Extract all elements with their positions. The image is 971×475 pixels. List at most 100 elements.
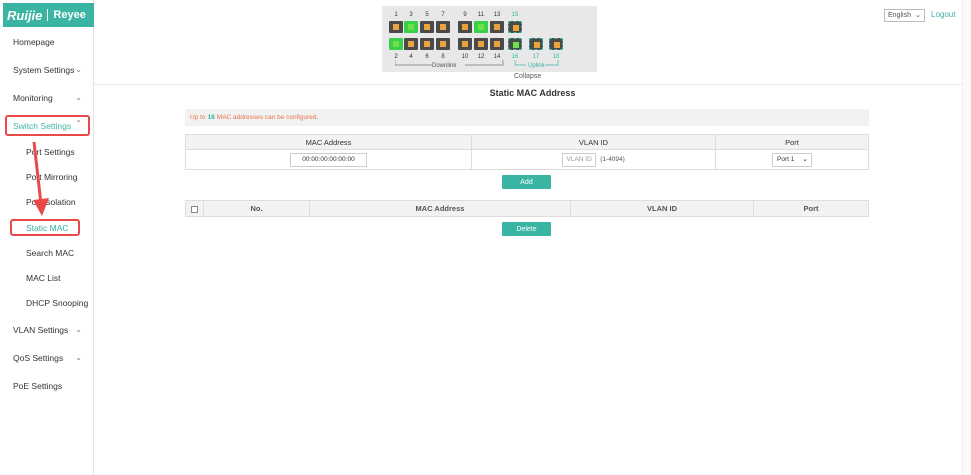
- sidebar-item-search-mac[interactable]: Search MAC: [0, 240, 94, 266]
- sidebar-item-label: MAC List: [26, 273, 61, 283]
- port-number-label: 11: [477, 12, 485, 18]
- port-4[interactable]: [404, 38, 418, 50]
- form-col-port: Port: [715, 134, 869, 150]
- sidebar-item-label: Homepage: [13, 37, 55, 47]
- port-led: [513, 42, 519, 48]
- list-col-mac: MAC Address: [309, 200, 571, 217]
- port-cell: Port 1 ⌄: [715, 149, 869, 170]
- sidebar-item-dhcp-snooping[interactable]: DHCP Snooping: [0, 290, 94, 316]
- sidebar-item-system-settings[interactable]: System Settings ⌄: [0, 57, 94, 83]
- language-select[interactable]: English ⌄: [884, 9, 925, 22]
- port-15[interactable]: [508, 21, 522, 33]
- collapse-toggle[interactable]: Collapse: [514, 73, 541, 80]
- sidebar-item-label: VLAN Settings: [13, 325, 69, 335]
- brand-name: Ruijie: [7, 7, 43, 23]
- port-18[interactable]: [549, 38, 563, 50]
- sidebar-item-label: QoS Settings: [13, 353, 64, 363]
- sidebar-item-label: Monitoring: [13, 93, 53, 103]
- chevron-down-icon: ⌄: [915, 12, 921, 19]
- sidebar-item-label: Static MAC: [26, 223, 69, 233]
- port-number-label: 1: [394, 12, 398, 18]
- delete-button[interactable]: Delete: [502, 222, 551, 236]
- list-col-port: Port: [753, 200, 869, 217]
- sidebar-item-qos-settings[interactable]: QoS Settings ⌄: [0, 345, 94, 371]
- port-5[interactable]: [420, 21, 434, 33]
- tip-banner: Up to 18 MAC addresses can be configured…: [185, 109, 869, 126]
- form-col-vlan: VLAN ID: [471, 134, 716, 150]
- port-led: [478, 24, 484, 30]
- port-led: [534, 42, 540, 48]
- chevron-down-icon: ⌄: [75, 93, 82, 102]
- header-divider: [94, 84, 971, 85]
- tip-suffix: MAC addresses can be configured.: [216, 114, 319, 121]
- port-led: [494, 24, 500, 30]
- port-6[interactable]: [420, 38, 434, 50]
- sidebar-item-label: Search MAC: [26, 248, 75, 258]
- port-17[interactable]: [529, 38, 543, 50]
- language-value: English: [888, 12, 911, 19]
- port-number-label: 9: [463, 12, 467, 18]
- port-11[interactable]: [474, 21, 488, 33]
- group-brackets: [395, 60, 559, 66]
- brand-sub: Reyee: [53, 9, 86, 21]
- vlan-range-hint: (1-4094): [600, 155, 625, 163]
- sidebar-item-homepage[interactable]: Homepage: [0, 29, 94, 55]
- list-col-no: No.: [203, 200, 310, 217]
- port-led: [494, 41, 500, 47]
- form-col-mac: MAC Address: [185, 134, 472, 150]
- page-title: Static MAC Address: [489, 88, 576, 98]
- port-14[interactable]: [490, 38, 504, 50]
- chevron-down-icon: ⌄: [75, 65, 82, 74]
- port-led: [462, 41, 468, 47]
- static-mac-table: No. MAC Address VLAN ID Port: [185, 200, 869, 217]
- sidebar-item-mac-list[interactable]: MAC List: [0, 265, 94, 291]
- port-led: [513, 25, 519, 31]
- vlan-id-input[interactable]: VLAN ID: [562, 152, 597, 167]
- port-led: [408, 41, 414, 47]
- port-1[interactable]: [389, 21, 403, 33]
- logout-link[interactable]: Logout: [931, 10, 955, 19]
- port-16[interactable]: [508, 38, 522, 50]
- sidebar: Ruijie Reyee Homepage System Settings ⌄ …: [0, 0, 94, 475]
- port-12[interactable]: [474, 38, 488, 50]
- port-number-label: 7: [441, 12, 445, 18]
- port-9[interactable]: [458, 21, 472, 33]
- tip-prefix: Up to: [190, 114, 206, 121]
- sidebar-item-vlan-settings[interactable]: VLAN Settings ⌄: [0, 317, 94, 343]
- port-number-label: 3: [409, 12, 413, 18]
- port-led: [393, 24, 399, 30]
- port-8[interactable]: [436, 38, 450, 50]
- mac-cell: 00:00:00:00:00:00: [185, 149, 472, 170]
- port-3[interactable]: [404, 21, 418, 33]
- port-select[interactable]: Port 1 ⌄: [772, 152, 812, 167]
- list-col-vlan: VLAN ID: [570, 200, 754, 217]
- chevron-up-icon: ⌃: [75, 119, 82, 128]
- chevron-down-icon: ⌄: [802, 155, 808, 163]
- port-led: [393, 41, 399, 47]
- sidebar-item-label: PoE Settings: [13, 381, 63, 391]
- port-2[interactable]: [389, 38, 403, 50]
- port-led: [408, 24, 414, 30]
- arrow-icon: [32, 141, 49, 216]
- mac-address-input[interactable]: 00:00:00:00:00:00: [290, 152, 367, 167]
- sidebar-item-label: System Settings: [13, 65, 75, 75]
- page-scrollbar[interactable]: [962, 0, 971, 475]
- port-10[interactable]: [458, 38, 472, 50]
- sidebar-item-monitoring[interactable]: Monitoring ⌄: [0, 85, 94, 111]
- port-number-label: 5: [425, 12, 429, 18]
- add-mac-form: MAC Address VLAN ID Port 00:00:00:00:00:…: [185, 134, 869, 170]
- brand-logo: Ruijie Reyee: [3, 3, 94, 27]
- port-number-label: 13: [493, 12, 501, 18]
- port-7[interactable]: [436, 21, 450, 33]
- port-13[interactable]: [490, 21, 504, 33]
- sidebar-item-label: DHCP Snooping: [26, 298, 89, 308]
- port-led: [440, 24, 446, 30]
- app-root: Ruijie Reyee Homepage System Settings ⌄ …: [0, 0, 971, 475]
- select-all-checkbox[interactable]: [191, 205, 198, 213]
- sidebar-item-switch-settings[interactable]: Switch Settings ⌃: [0, 113, 94, 139]
- port-led: [554, 42, 560, 48]
- sidebar-item-poe-settings[interactable]: PoE Settings: [0, 373, 94, 399]
- add-button[interactable]: Add: [502, 175, 551, 189]
- port-led: [424, 24, 430, 30]
- select-all-cell: [185, 200, 204, 217]
